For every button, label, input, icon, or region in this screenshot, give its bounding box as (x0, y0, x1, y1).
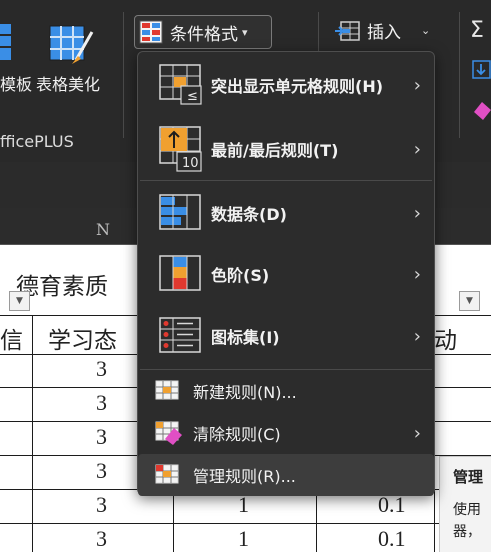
table-beautify-icon[interactable] (48, 24, 94, 66)
menu-item-label: 突出显示单元格规则(H) (211, 77, 384, 96)
data-bars-icon (159, 194, 201, 230)
menu-item-label: 数据条(D) (211, 205, 287, 224)
menu-item-icon-sets[interactable]: 图标集(I) › (138, 305, 434, 367)
menu-item-manage-rules[interactable]: 管理规则(R)... (138, 454, 434, 496)
autosum-icon[interactable]: Σ (470, 18, 484, 43)
chevron-right-icon: › (413, 422, 421, 444)
insert-button[interactable]: 插入 ⌄ (335, 18, 430, 43)
conditional-format-label: 条件格式 (170, 24, 238, 45)
ribbon-group-label: fficePLUS (0, 132, 74, 151)
menu-item-label: 图标集(I) (211, 328, 280, 347)
chevron-down-icon: ⌄ (421, 24, 431, 37)
tooltip-body: 使用 器， (453, 499, 491, 543)
chevron-right-icon: › (413, 325, 421, 347)
conditional-format-button[interactable]: 条件格式 ▾ (134, 15, 272, 49)
highlight-cells-rules-icon: ≤ (159, 64, 202, 105)
menu-item-label: 新建规则(N)... (193, 383, 297, 402)
cell-n-4[interactable]: 3 (96, 458, 107, 484)
insert-label: 插入 (367, 23, 401, 43)
color-scales-icon (159, 255, 201, 291)
menu-item-top-bottom-rules[interactable]: 10 最前/最后规则(T) › (138, 118, 434, 180)
menu-separator (140, 180, 432, 181)
cell-n-1[interactable]: 3 (96, 356, 107, 382)
menu-item-label: 色阶(S) (211, 266, 270, 285)
cell-n-6[interactable]: 3 (96, 526, 107, 552)
header-cell-partial[interactable]: 信 (0, 321, 23, 355)
manage-rules-icon (155, 464, 179, 484)
header-cell-activity[interactable]: 动 (434, 321, 457, 355)
menu-item-color-scales[interactable]: 色阶(S) › (138, 243, 434, 305)
cell-n-3[interactable]: 3 (96, 424, 107, 450)
chevron-right-icon: › (413, 74, 421, 96)
top-bottom-rules-icon: 10 (159, 126, 202, 172)
template-icon[interactable] (0, 22, 12, 62)
new-rule-icon (155, 380, 179, 400)
ribbon-separator (459, 12, 460, 138)
menu-item-label: 最前/最后规则(T) (211, 141, 339, 160)
cell-n-2[interactable]: 3 (96, 390, 107, 416)
insert-cells-icon (335, 20, 360, 41)
tooltip-body-line: 器， (453, 524, 481, 540)
menu-item-label: 清除规则(C) (193, 425, 281, 444)
le-badge: ≤ (187, 89, 198, 104)
header-cell-attitude[interactable]: 学习态 (48, 321, 117, 355)
ten-badge: 10 (182, 156, 199, 171)
menu-item-data-bars[interactable]: 数据条(D) › (138, 182, 434, 244)
menu-item-clear-rules[interactable]: 清除规则(C) › (138, 412, 434, 454)
conditional-format-menu: ≤ 突出显示单元格规则(H) › 10 最前/最后规则(T) › 数据条(D) … (137, 51, 435, 496)
chevron-right-icon: › (413, 202, 421, 224)
filter-dropdown-icon[interactable]: ▼ (9, 291, 30, 311)
fill-down-icon[interactable] (472, 60, 491, 80)
grid-line (32, 315, 33, 552)
cell-p-6[interactable]: 1 (238, 526, 249, 552)
icon-sets-icon (159, 317, 201, 353)
ribbon-separator (123, 12, 124, 138)
template-button-label[interactable]: 模板 (0, 71, 32, 95)
cell-q-6[interactable]: 0.1 (378, 526, 406, 552)
manage-rules-tooltip: 管理 使用 器， (439, 456, 491, 552)
clear-eraser-icon[interactable] (472, 98, 491, 120)
filter-dropdown-icon[interactable]: ▼ (459, 291, 480, 311)
chevron-right-icon: › (413, 263, 421, 285)
table-beautify-label[interactable]: 表格美化 (36, 71, 100, 95)
cell-n-5[interactable]: 3 (96, 492, 107, 518)
menu-item-label: 管理规则(R)... (193, 467, 296, 486)
column-header-n[interactable]: N (96, 220, 110, 239)
grid-line (0, 523, 491, 524)
chevron-down-icon: ▾ (242, 25, 248, 39)
menu-item-new-rule[interactable]: 新建规则(N)... (138, 370, 434, 412)
menu-item-highlight-cells-rules[interactable]: ≤ 突出显示单元格规则(H) › (138, 54, 434, 116)
clear-rules-icon (155, 421, 182, 445)
chevron-right-icon: › (413, 138, 421, 160)
tooltip-title: 管理 (453, 468, 484, 486)
conditional-format-icon (139, 20, 163, 44)
tooltip-body-line: 使用 (453, 502, 481, 518)
